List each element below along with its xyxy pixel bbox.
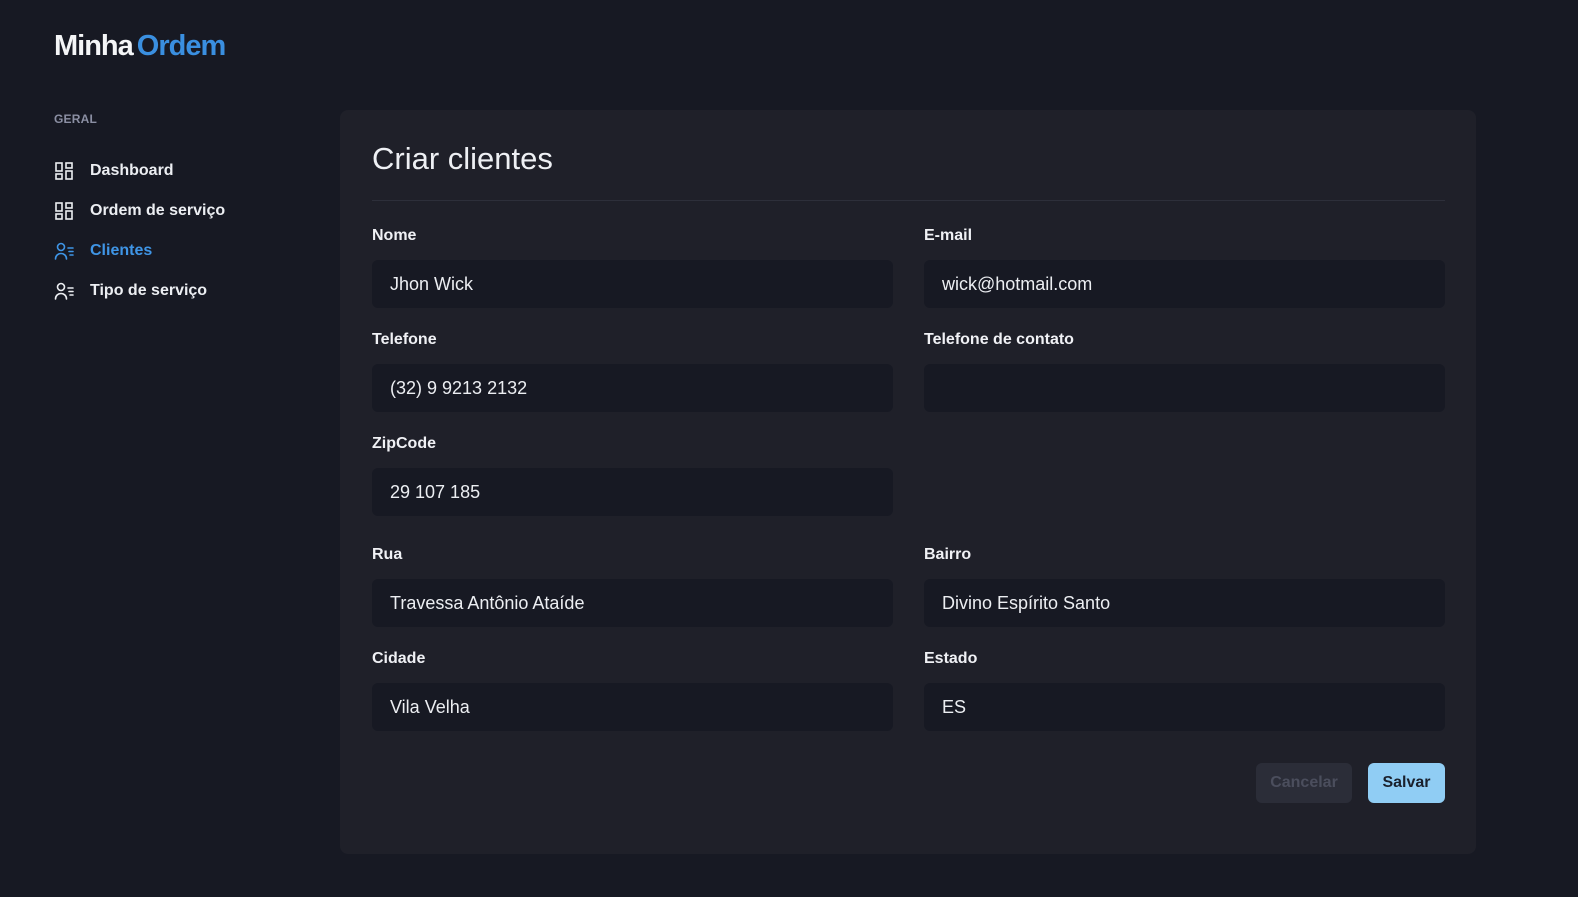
client-form: Nome E-mail Telefone Telefone de contato…: [372, 227, 1445, 731]
field-label: Rua: [372, 546, 403, 563]
zipcode-input[interactable]: [372, 468, 893, 516]
title-divider: [372, 200, 1445, 201]
sidebar-section-title: GERAL: [54, 112, 97, 126]
field-estado: Estado: [924, 650, 1445, 731]
field-zipcode: ZipCode: [372, 435, 893, 523]
field-label: Cidade: [372, 650, 426, 667]
telefone-contato-input[interactable]: [924, 364, 1445, 412]
page-title: Criar clientes: [372, 141, 553, 176]
sidebar-item-label: Ordem de serviço: [90, 202, 226, 219]
sidebar-item-label: Dashboard: [90, 162, 174, 179]
field-label: Nome: [372, 227, 417, 244]
field-rua: Rua: [372, 546, 893, 627]
field-label: E-mail: [924, 227, 973, 244]
grid-icon: [55, 162, 73, 180]
empty-cell: [924, 435, 1445, 523]
rua-input[interactable]: [372, 579, 893, 627]
field-bairro: Bairro: [924, 546, 1445, 627]
field-telefone: Telefone: [372, 331, 893, 412]
form-actions: Cancelar Salvar: [372, 763, 1445, 803]
field-telefone-contato: Telefone de contato: [924, 331, 1445, 412]
sidebar-item-ordem-de-servico[interactable]: Ordem de serviço: [54, 200, 294, 222]
sidebar-item-dashboard[interactable]: Dashboard: [54, 160, 294, 182]
estado-input[interactable]: [924, 683, 1445, 731]
field-label: ZipCode: [372, 435, 436, 452]
field-label: Telefone de contato: [924, 331, 1074, 348]
logo-text-minha: Minha: [54, 30, 134, 62]
field-email: E-mail: [924, 227, 1445, 308]
email-input[interactable]: [924, 260, 1445, 308]
nome-input[interactable]: [372, 260, 893, 308]
cidade-input[interactable]: [372, 683, 893, 731]
cancel-button[interactable]: Cancelar: [1256, 763, 1352, 803]
logo-text-ordem: Ordem: [136, 30, 226, 62]
sidebar-item-tipo-de-servico[interactable]: Tipo de serviço: [54, 280, 294, 302]
save-button[interactable]: Salvar: [1368, 763, 1445, 803]
grid-icon: [55, 202, 73, 220]
field-nome: Nome: [372, 227, 893, 308]
field-label: Telefone: [372, 331, 437, 348]
sidebar-item-clientes[interactable]: Clientes: [54, 240, 294, 262]
sidebar: GERAL Dashboard Ordem de serviço Cliente…: [54, 112, 294, 320]
user-list-icon: [54, 282, 74, 300]
user-list-icon: [54, 242, 74, 260]
create-client-card: Criar clientes Nome E-mail Telefone Tele…: [340, 110, 1476, 854]
sidebar-item-label: Clientes: [90, 242, 153, 259]
telefone-input[interactable]: [372, 364, 893, 412]
field-cidade: Cidade: [372, 650, 893, 731]
app-logo[interactable]: Minha Ordem: [54, 30, 226, 63]
bairro-input[interactable]: [924, 579, 1445, 627]
field-label: Estado: [924, 650, 978, 667]
field-label: Bairro: [924, 546, 972, 563]
sidebar-item-label: Tipo de serviço: [90, 282, 208, 299]
